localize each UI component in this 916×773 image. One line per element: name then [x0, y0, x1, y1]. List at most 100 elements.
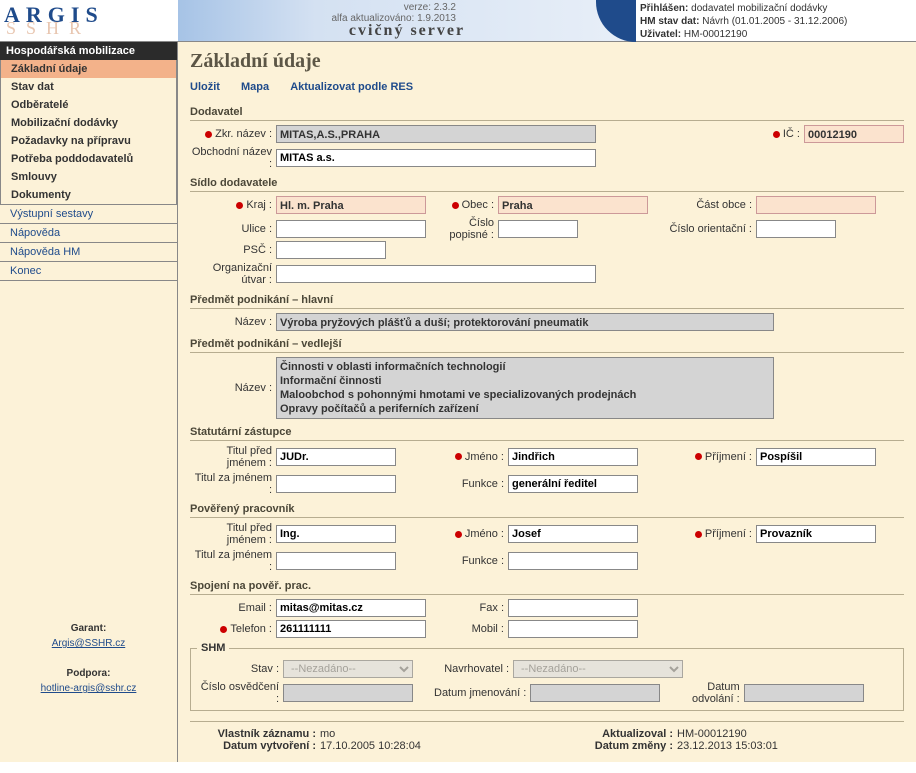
logo-sshr: SSHR [6, 18, 91, 39]
predmet-vedlejsi-list[interactable]: Činnosti v oblasti informačních technolo… [276, 357, 774, 419]
obch-nazev-field[interactable] [276, 149, 596, 167]
login-l1-label: Přihlášen: [640, 3, 688, 14]
nazev-label: Název : [235, 316, 272, 328]
nav-stav-dat[interactable]: Stav dat [1, 78, 176, 96]
cpop-label: Číslo popisné : [449, 217, 494, 241]
fax-field[interactable] [508, 599, 638, 617]
nav-dokumenty[interactable]: Dokumenty [1, 186, 176, 204]
required-icon [695, 453, 702, 460]
psc-label: PSČ : [243, 244, 272, 256]
cori-label: Číslo orientační : [669, 223, 752, 235]
djm-label: Datum jmenování : [434, 687, 526, 699]
map-button[interactable]: Mapa [241, 81, 269, 93]
pov-jmeno-field[interactable] [508, 525, 638, 543]
nazev-label2: Název : [235, 382, 272, 394]
login-l3-value: HM-00012190 [684, 29, 747, 40]
dzm-value: 23.12.2013 15:03:01 [677, 740, 778, 752]
record-footer: Vlastník záznamu :mo Datum vytvoření :17… [190, 721, 904, 752]
required-icon [455, 531, 462, 538]
nav-vystupni-sestavy[interactable]: Výstupní sestavy [0, 205, 177, 223]
version-line2: alfa aktualizováno: 1.9.2013 [331, 13, 456, 24]
version-line1: verze: 2.3.2 [331, 2, 456, 13]
zkr-nazev-field: MITAS,A.S.,PRAHA [276, 125, 596, 143]
ulice-field[interactable] [276, 220, 426, 238]
content: Základní údaje Uložit Mapa Aktualizovat … [178, 42, 916, 762]
dodv-label: Datum odvolání : [692, 681, 740, 705]
fax-label: Fax : [480, 602, 504, 614]
required-icon [220, 626, 227, 633]
stav-select: --Nezadáno-- [283, 660, 413, 678]
mobil-label: Mobil : [472, 623, 504, 635]
nav-napoveda-hm[interactable]: Nápověda HM [0, 243, 177, 261]
dodv-field [744, 684, 864, 702]
psc-field[interactable] [276, 241, 386, 259]
login-l1-value: dodavatel mobilizační dodávky [691, 3, 827, 14]
stat-tz-field[interactable] [276, 475, 396, 493]
required-icon [773, 131, 780, 138]
predmet-hlavni-field: Výroba pryžových plášťů a duší; protekto… [276, 313, 774, 331]
section-predmet-vedlejsi: Předmět podnikání – vedlejší [190, 335, 904, 353]
login-l2-label: HM stav dat: [640, 16, 699, 27]
kraj-field: Hl. m. Praha [276, 196, 426, 214]
org-field[interactable] [276, 265, 596, 283]
sidebar: Hospodářská mobilizace Základní údaje St… [0, 42, 178, 762]
nav-odberatele[interactable]: Odběratelé [1, 96, 176, 114]
cpop-field[interactable] [498, 220, 578, 238]
refresh-res-button[interactable]: Aktualizovat podle RES [290, 81, 413, 93]
ulice-label: Ulice : [241, 223, 272, 235]
login-l2-value: Návrh (01.01.2005 - 31.12.2006) [702, 16, 847, 27]
nav-smlouvy[interactable]: Smlouvy [1, 168, 176, 186]
obch-nazev-label: Obchodní název : [192, 146, 272, 170]
nav-zakladni-udaje[interactable]: Základní údaje [1, 60, 176, 78]
garant-link[interactable]: Argis@SSHR.cz [52, 638, 126, 649]
stav-label: Stav : [251, 663, 279, 675]
telefon-field[interactable] [276, 620, 426, 638]
section-statutarni: Statutární zástupce [190, 423, 904, 441]
podpora-link[interactable]: hotline-argis@sshr.cz [41, 683, 137, 694]
toolbar: Uložit Mapa Aktualizovat podle RES [190, 81, 904, 93]
dzm-label: Datum změny : [547, 740, 677, 752]
required-icon [452, 202, 459, 209]
pov-prijmeni-field[interactable] [756, 525, 876, 543]
ic-field: 00012190 [804, 125, 904, 143]
nav-konec[interactable]: Konec [0, 262, 177, 280]
cast-label: Část obce : [696, 199, 752, 211]
stat-tp-field[interactable] [276, 448, 396, 466]
required-icon [205, 131, 212, 138]
nav-mobilizacni-dodavky[interactable]: Mobilizační dodávky [1, 114, 176, 132]
nav-potreba[interactable]: Potřeba poddodavatelů [1, 150, 176, 168]
nav-pozadavky[interactable]: Požadavky na přípravu [1, 132, 176, 150]
garant-label: Garant: [0, 621, 177, 636]
pov-funkce-label: Funkce : [462, 555, 504, 567]
cast-field [756, 196, 876, 214]
mobil-field[interactable] [508, 620, 638, 638]
email-field[interactable] [276, 599, 426, 617]
kraj-label: Kraj : [246, 199, 272, 211]
aktualizoval-value: HM-00012190 [677, 728, 747, 740]
pov-tp-field[interactable] [276, 525, 396, 543]
stat-funkce-field[interactable] [508, 475, 638, 493]
page-title: Základní údaje [190, 50, 904, 73]
obec-field: Praha [498, 196, 648, 214]
version-info: verze: 2.3.2 alfa aktualizováno: 1.9.201… [331, 2, 456, 24]
stat-prijmeni-field[interactable] [756, 448, 876, 466]
nav-napoveda[interactable]: Nápověda [0, 224, 177, 242]
save-button[interactable]: Uložit [190, 81, 220, 93]
section-dodavatel: Dodavatel [190, 103, 904, 121]
section-spojeni: Spojení na pověř. prac. [190, 577, 904, 595]
pov-funkce-field[interactable] [508, 552, 638, 570]
pov-tz-field[interactable] [276, 552, 396, 570]
pov-tp-label: Titul před jménem : [227, 522, 272, 546]
stat-jmeno-label: Jméno : [465, 451, 504, 463]
cori-field[interactable] [756, 220, 836, 238]
login-info: Přihlášen: dodavatel mobilizační dodávky… [636, 0, 916, 41]
stat-jmeno-field[interactable] [508, 448, 638, 466]
top-banner: ARGIS SSHR verze: 2.3.2 alfa aktualizová… [0, 0, 916, 42]
org-label: Organizační útvar : [213, 262, 272, 286]
zkr-nazev-label: Zkr. název : [215, 128, 272, 140]
shm-group: SHM Stav : --Nezadáno-- Navrhovatel : --… [190, 642, 904, 710]
stat-tz-label: Titul za jménem : [195, 472, 272, 496]
server-title: cvičný server [188, 22, 626, 40]
email-label: Email : [238, 602, 272, 614]
vlastnik-label: Vlastník záznamu : [190, 728, 320, 740]
